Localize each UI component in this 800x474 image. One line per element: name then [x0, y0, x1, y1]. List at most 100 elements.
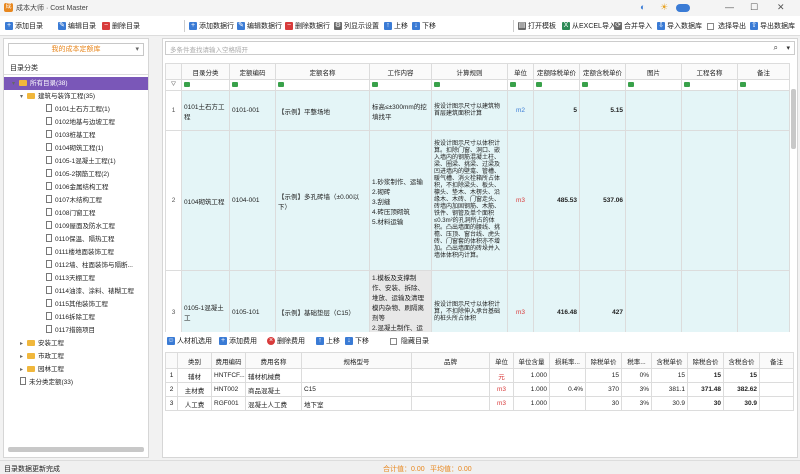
cell-p1[interactable]: 370 — [585, 382, 622, 397]
horizontal-scrollbar[interactable] — [8, 447, 144, 452]
cell-loss[interactable]: 0.4% — [549, 382, 586, 397]
column-header[interactable]: 含税单价 — [651, 352, 688, 369]
cell-empty[interactable] — [759, 368, 794, 383]
open-template-button[interactable]: ▤ 打开模板 — [518, 20, 556, 32]
cell-empty[interactable] — [681, 130, 738, 271]
cell-p2[interactable]: 537.06 — [579, 130, 626, 271]
cell-p1[interactable]: 485.53 — [533, 130, 580, 271]
column-header[interactable]: 费用名称 — [245, 352, 302, 369]
maximize-icon[interactable]: ☐ — [750, 2, 758, 13]
cell-brand[interactable] — [411, 396, 490, 411]
table-row[interactable]: 1 辅材 HNTFCF... 辅材机械费元 1.000 15 0% 15 15 15 — [165, 368, 794, 383]
move-down-button[interactable]: ↓ 下移 — [412, 20, 436, 32]
cell-p2[interactable]: 381.1 — [651, 382, 688, 397]
cell-p2[interactable]: 15 — [651, 368, 688, 383]
table-row[interactable]: 3 人工费 RGF001 混凝土人工费 地下室 m3 1.000 30 3% 30.9 30 30.9 — [165, 396, 794, 411]
tree-node[interactable]: 0106金属结构工程 — [4, 181, 148, 194]
tree-node[interactable]: 0104砌筑工程(1) — [4, 142, 148, 155]
column-header[interactable]: 单位 — [507, 63, 534, 80]
cell-code[interactable]: HNT002 — [211, 382, 246, 397]
cell-cat[interactable]: 0101土石方工程 — [181, 90, 230, 131]
column-header[interactable]: 除税合价 — [687, 352, 724, 369]
tree-node[interactable]: ▾ 所有目录(38) — [4, 77, 148, 90]
cell-empty[interactable] — [625, 130, 682, 271]
column-header[interactable]: 计算规则 — [431, 63, 508, 80]
tree-node[interactable]: 0111楼地面装饰工程 — [4, 246, 148, 259]
tree-node[interactable]: 0112墙、柱面装饰与隔断... — [4, 259, 148, 272]
cell-type[interactable]: 主材费 — [177, 382, 212, 397]
cell-loss[interactable] — [549, 368, 586, 383]
cell-loss[interactable] — [549, 396, 586, 411]
tree-node[interactable]: 0105-2钢筋工程(2) — [4, 168, 148, 181]
cell-t1[interactable]: 15 — [687, 368, 724, 383]
merge-import-button[interactable]: ⟳ 合并导入 — [614, 20, 652, 32]
filter-icon[interactable]: ⛛ — [165, 79, 182, 91]
cell-rule[interactable]: 按设计图示尺寸以体积计算。扣除门窗、洞口、嵌入墙内的钢筋混凝土柱、梁、圈梁、挑梁… — [431, 130, 508, 271]
search-icon[interactable]: ⌕ — [774, 43, 778, 53]
cell-work[interactable]: 1.砂浆制作、运输 2.砌砖 3.刮缝 4.砖压顶砌筑 5.材料运输 — [369, 130, 432, 271]
cell-empty[interactable] — [737, 130, 790, 271]
mode-toggle[interactable] — [676, 4, 690, 12]
filter-cell[interactable] — [431, 79, 508, 91]
column-header[interactable]: 备注 — [759, 352, 794, 369]
add-row-button[interactable]: + 添加数据行 — [189, 20, 234, 32]
cell-type[interactable]: 人工费 — [177, 396, 212, 411]
cell-p1[interactable]: 30 — [585, 396, 622, 411]
fee-down-button[interactable]: ↓ 下移 — [345, 336, 369, 346]
cell-qty[interactable]: 1.000 — [513, 382, 550, 397]
cell-unit[interactable]: m3 — [489, 382, 514, 397]
tree-node[interactable]: 0107木结构工程 — [4, 194, 148, 207]
cell-tax[interactable]: 3% — [621, 396, 652, 411]
column-settings-button[interactable]: ⚙ 列显示设置 — [334, 20, 379, 32]
filter-cell[interactable] — [681, 79, 738, 91]
close-icon[interactable]: ✕ — [777, 2, 785, 13]
import-excel-button[interactable]: X 从EXCEL导入 — [562, 20, 616, 32]
add-dir-button[interactable]: + 添加目录 — [5, 20, 43, 32]
cell-empty[interactable] — [737, 90, 790, 131]
cell-empty[interactable] — [759, 382, 794, 397]
machine-select-button[interactable]: ☺ 人材机选用 — [167, 336, 212, 346]
cell-type[interactable]: 辅材 — [177, 368, 212, 383]
column-header[interactable]: 定额编码 — [229, 63, 276, 80]
cell-unit[interactable]: 元 — [489, 368, 514, 383]
tree-node[interactable]: 0115其他装饰工程 — [4, 298, 148, 311]
filter-cell[interactable] — [579, 79, 626, 91]
tree-node[interactable]: 0101土石方工程(1) — [4, 103, 148, 116]
tree-node[interactable]: 0113天棚工程 — [4, 272, 148, 285]
cell-unit[interactable]: m3 — [489, 396, 514, 411]
column-header[interactable]: 工程名称 — [681, 63, 738, 80]
tree-node[interactable]: 0117措施项目 — [4, 324, 148, 337]
tree-node[interactable]: ▸ 市政工程 — [4, 350, 148, 363]
cell-qty[interactable]: 1.000 — [513, 396, 550, 411]
cell-empty[interactable] — [759, 396, 794, 411]
cell-spec[interactable] — [301, 368, 412, 383]
cell-t2[interactable]: 382.62 — [723, 382, 760, 397]
import-db-button[interactable]: ⇩ 导入数据库 — [657, 20, 702, 32]
cell-unit[interactable]: m2 — [507, 90, 534, 131]
cell-p2[interactable]: 30.9 — [651, 396, 688, 411]
column-header[interactable]: 类别 — [177, 352, 212, 369]
column-header[interactable]: 备注 — [737, 63, 790, 80]
cell-name[interactable]: 【示例】多孔砖墙（±0.00以下） — [275, 130, 370, 271]
cell-p1[interactable]: 15 — [585, 368, 622, 383]
sun-icon[interactable]: ☀ — [660, 2, 668, 13]
cell-empty[interactable] — [625, 90, 682, 131]
table-row[interactable]: 2 主材费 HNT002 商品混凝土 C15 m3 1.000 0.4% 370 3% 381.1 3… — [165, 382, 794, 397]
filter-cell[interactable] — [275, 79, 370, 91]
filter-cell[interactable] — [229, 79, 276, 91]
cell-t2[interactable]: 15 — [723, 368, 760, 383]
export-db-button[interactable]: ⇧ 导出数据库 — [750, 20, 795, 32]
tree-node[interactable]: 0105-1混凝土工程(1) — [4, 155, 148, 168]
tree-node[interactable]: ▸ 安装工程 — [4, 337, 148, 350]
cell-t1[interactable]: 30 — [687, 396, 724, 411]
hide-dir-checkbox[interactable]: 隐藏目录 — [390, 336, 429, 346]
cell-code[interactable]: 0101-001 — [229, 90, 276, 131]
cell-p2[interactable]: 5.15 — [579, 90, 626, 131]
column-header[interactable]: 损耗率... — [549, 352, 586, 369]
cell-tax[interactable]: 0% — [621, 368, 652, 383]
column-header[interactable]: 工作内容 — [369, 63, 432, 80]
delete-dir-button[interactable]: − 删除目录 — [102, 20, 140, 32]
tree-node[interactable]: ▾ 建筑与装饰工程(35) — [4, 90, 148, 103]
column-header[interactable]: 含税合价 — [723, 352, 760, 369]
cell-t2[interactable]: 30.9 — [723, 396, 760, 411]
